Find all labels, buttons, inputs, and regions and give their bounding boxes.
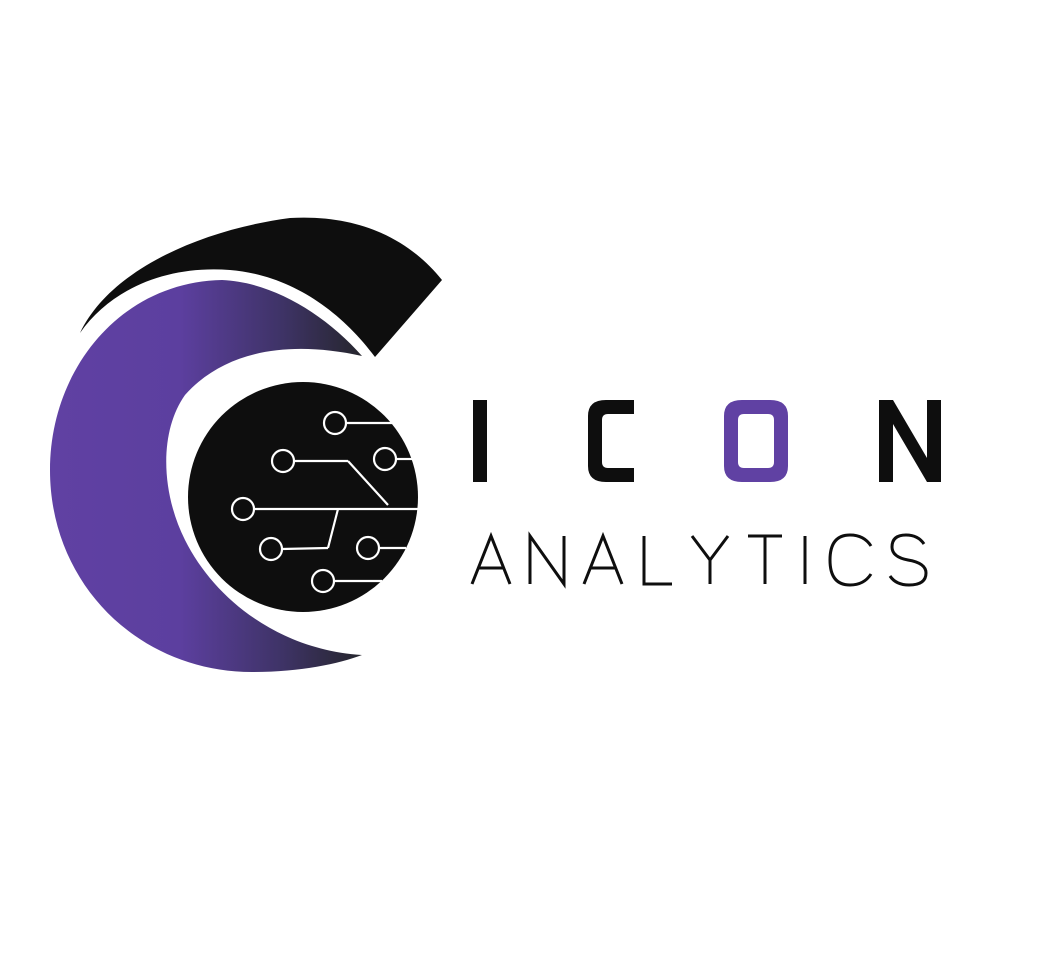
letter-o: [724, 400, 788, 482]
letter-i: [473, 400, 487, 482]
circuit-board-icon: [188, 382, 418, 612]
wordmark-analytics: [470, 531, 928, 589]
letter-n: [879, 400, 941, 482]
letter-c: [588, 400, 634, 482]
logo: [0, 0, 1059, 956]
wordmark-icon: [473, 400, 941, 482]
